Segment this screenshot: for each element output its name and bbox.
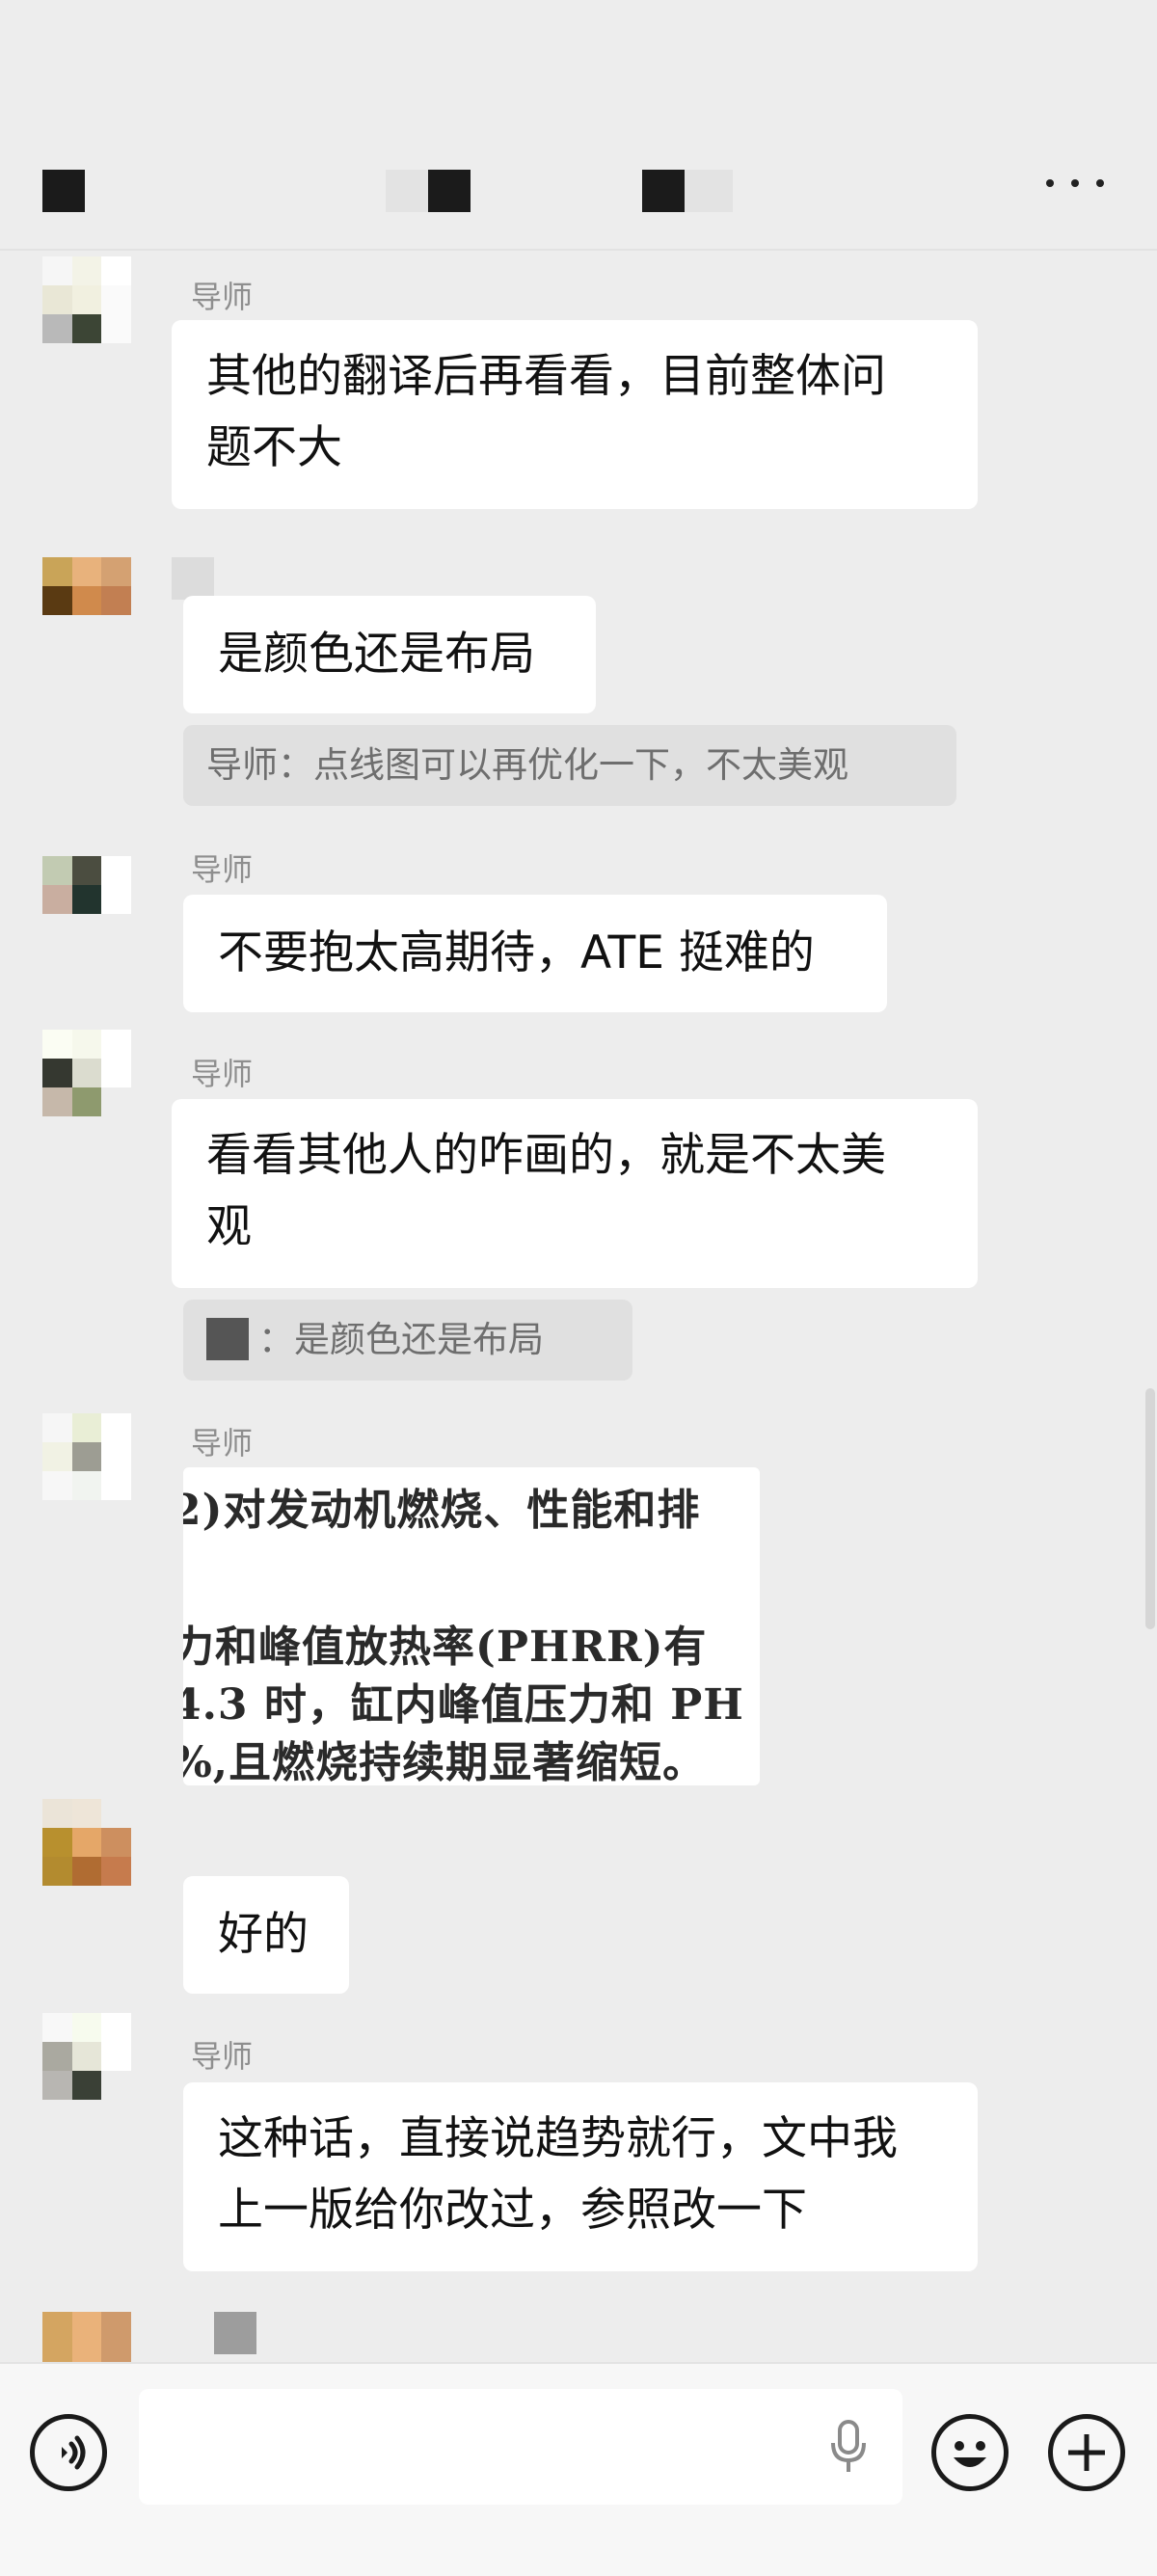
quote-avatar [206, 1317, 249, 1360]
image-message[interactable]: 2)对发动机燃烧、性能和排 力和峰值放热率(PHRR)有 4.3 时，缸内峰值压… [183, 1467, 760, 1785]
message-bubble[interactable]: 看看其他人的咋画的，就是不太美 观 [172, 1099, 978, 1288]
scrollbar[interactable] [1145, 1388, 1155, 1629]
avatar-blur [214, 2312, 256, 2354]
image-text-line: 2)对发动机燃烧、性能和排 [183, 1486, 701, 1535]
message-bubble[interactable]: 是颜色还是布局 [183, 596, 596, 713]
message-line: 是颜色还是布局 [218, 628, 535, 681]
message-bubble[interactable]: 不要抱太高期待，ATE 挺难的 [183, 895, 887, 1012]
quote-text: ：是颜色还是布局 [258, 1319, 544, 1360]
message-line: 这种话，直接说趋势就行，文中我 [218, 2112, 898, 2165]
quoted-message[interactable]: ：是颜色还是布局 [183, 1300, 632, 1381]
emoji-icon[interactable] [931, 2414, 1009, 2491]
sender-name: 导师 [191, 851, 254, 888]
sender-name: 导师 [191, 1056, 254, 1092]
message-line: 其他的翻译后再看看，目前整体问 [206, 350, 886, 403]
avatar[interactable] [42, 1030, 131, 1116]
quoted-message[interactable]: 导师：点线图可以再优化一下，不太美观 [183, 725, 956, 806]
image-text-line: %,且燃烧持续期显著缩短。 [183, 1738, 707, 1785]
sender-name: 导师 [191, 279, 254, 315]
message-line: 不要抱太高期待，ATE 挺难的 [218, 926, 815, 979]
message-line: 上一版给你改过，参照改一下 [218, 2184, 807, 2237]
avatar-blur [172, 557, 214, 600]
sender-name: 导师 [191, 1425, 254, 1462]
chat-title-block-2 [642, 170, 685, 212]
message-bubble[interactable]: 其他的翻译后再看看，目前整体问 题不大 [172, 320, 978, 509]
chat-title-blur-left [386, 170, 434, 212]
message-line: 观 [206, 1200, 252, 1253]
back-icon[interactable] [42, 170, 85, 212]
avatar[interactable] [42, 2013, 131, 2100]
more-dots-icon[interactable] [1046, 164, 1104, 202]
image-text-line: 力和峰值放热率(PHRR)有 [183, 1623, 708, 1672]
sender-name: 导师 [191, 2038, 254, 2075]
avatar[interactable] [42, 256, 131, 343]
message-line: 看看其他人的咋画的，就是不太美 [206, 1129, 886, 1182]
mic-icon[interactable] [827, 2418, 870, 2476]
message-line: 题不大 [206, 421, 342, 474]
message-bubble[interactable]: 这种话，直接说趋势就行，文中我 上一版给你改过，参照改一下 [183, 2082, 978, 2271]
chat-title-block [428, 170, 471, 212]
avatar[interactable] [42, 1413, 131, 1500]
avatar[interactable] [42, 856, 131, 943]
avatar[interactable] [42, 2312, 131, 2362]
avatar[interactable] [42, 1799, 131, 1886]
message-line: 好的 [218, 1908, 309, 1961]
avatar[interactable] [42, 557, 131, 644]
chat-title-blur-right [685, 170, 733, 212]
voice-icon[interactable] [30, 2414, 107, 2491]
message-bubble[interactable]: 好的 [183, 1876, 349, 1994]
message-input[interactable] [139, 2389, 902, 2505]
chat-header [0, 0, 1157, 251]
image-text-line: 4.3 时，缸内峰值压力和 PH [183, 1680, 744, 1730]
plus-icon[interactable] [1048, 2414, 1125, 2491]
